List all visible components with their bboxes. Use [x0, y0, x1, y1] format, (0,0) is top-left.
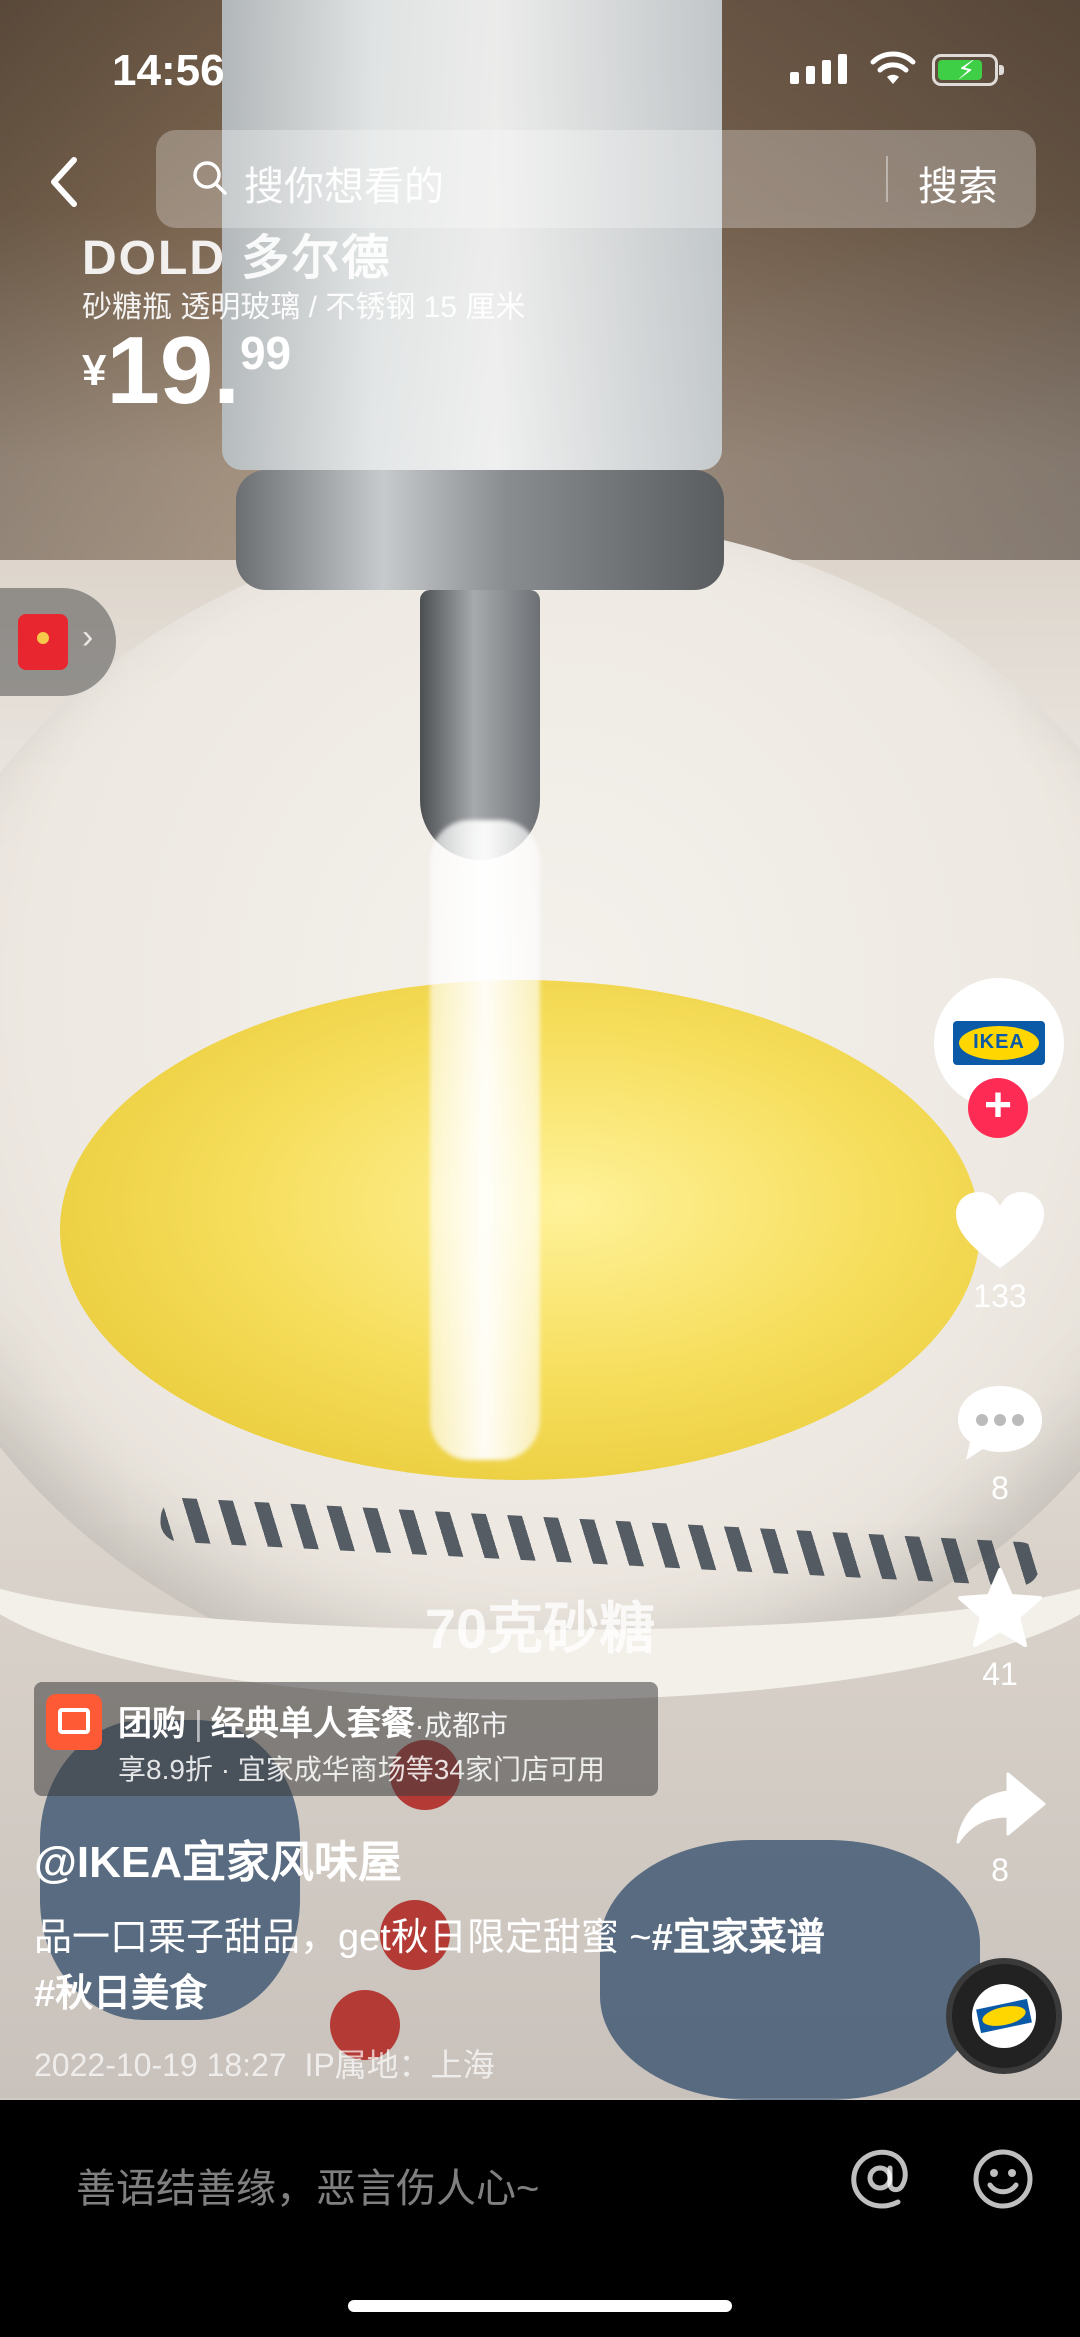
hashtag-link[interactable]: #宜家菜谱 [652, 1917, 825, 1959]
like-count: 133 [973, 1278, 1027, 1314]
group-buy-label: 团购 [118, 1705, 186, 1743]
search-icon [193, 161, 227, 195]
comment-count: 8 [991, 1470, 1009, 1506]
share-button[interactable]: 8 [940, 1770, 1060, 1889]
music-disc-icon [972, 1984, 1036, 2048]
music-disc-button[interactable] [946, 1958, 1062, 2074]
follow-button[interactable]: + [968, 1078, 1028, 1138]
video-subtitle: 70克砂糖 [424, 1597, 656, 1660]
search-input[interactable]: 搜你想看的 [244, 154, 444, 212]
search-button[interactable]: 搜索 [918, 154, 998, 212]
price-decimal: 99 [239, 327, 292, 379]
battery-icon: ⚡ [932, 54, 1004, 86]
back-icon[interactable] [40, 150, 90, 214]
comment-input[interactable]: 善语结善缘，恶言伤人心~ [76, 2156, 539, 2214]
home-indicator[interactable] [348, 2300, 732, 2312]
emoji-icon[interactable] [972, 2148, 1034, 2210]
post-ip-location: IP属地：上海 [304, 2047, 495, 2083]
group-buy-title: 团购 | 经典单人套餐·成都市 [118, 1696, 508, 1745]
status-time: 14:56 [112, 46, 225, 95]
group-buy-offer: 享8.9折 · 宜家成华商场等34家门店可用 [118, 1754, 605, 1785]
mention-icon[interactable] [848, 2146, 912, 2210]
share-icon [956, 1772, 1046, 1844]
group-buy-separator: | [194, 1705, 203, 1743]
group-buy-package: 经典单人套餐 [210, 1705, 415, 1743]
group-buy-city: ·成都市 [414, 1710, 509, 1741]
video-jar-cap [236, 470, 724, 590]
chevron-right-icon: › [82, 618, 94, 656]
comment-button[interactable]: 8 [940, 1380, 1060, 1507]
store-icon [46, 1694, 102, 1750]
post-meta: 2022-10-19 18:27 IP属地：上海 [34, 2040, 495, 2086]
search-divider [886, 156, 888, 202]
post-description: 品一口栗子甜品，get秋日限定甜蜜 ~#宜家菜谱 #秋日美食 [34, 1910, 834, 2022]
heart-icon [956, 1192, 1044, 1268]
share-count: 8 [991, 1852, 1009, 1888]
ikea-logo: IKEA [953, 1021, 1045, 1065]
video-sugar-stream [430, 820, 540, 1460]
hashtag-link[interactable]: #秋日美食 [34, 1973, 207, 2015]
post-date: 2022-10-19 18:27 [34, 2047, 287, 2083]
product-price[interactable]: ¥19.99 [82, 316, 291, 426]
product-name[interactable]: DOLD 多尔德 [82, 218, 391, 288]
group-buy-card[interactable]: 团购 | 经典单人套餐·成都市 享8.9折 · 宜家成华商场等34家门店可用 [34, 1682, 658, 1796]
search-bar[interactable]: 搜你想看的 搜索 [156, 130, 1036, 228]
post-text: 品一口栗子甜品，get秋日限定甜蜜 ~ [34, 1917, 652, 1959]
author-name[interactable]: @IKEA宜家风味屋 [34, 1826, 402, 1890]
price-integer: 19. [106, 317, 240, 424]
wifi-icon [870, 51, 916, 84]
ikea-logo-text: IKEA [973, 1031, 1025, 1053]
status-bar: 14:56 ⚡ [0, 0, 1080, 140]
comment-icon [958, 1386, 1042, 1460]
cellular-signal-icon [790, 54, 847, 84]
price-currency: ¥ [82, 346, 107, 395]
red-packet-button[interactable]: › [0, 588, 116, 696]
like-button[interactable]: 133 [940, 1188, 1060, 1315]
red-envelope-icon [18, 614, 68, 670]
